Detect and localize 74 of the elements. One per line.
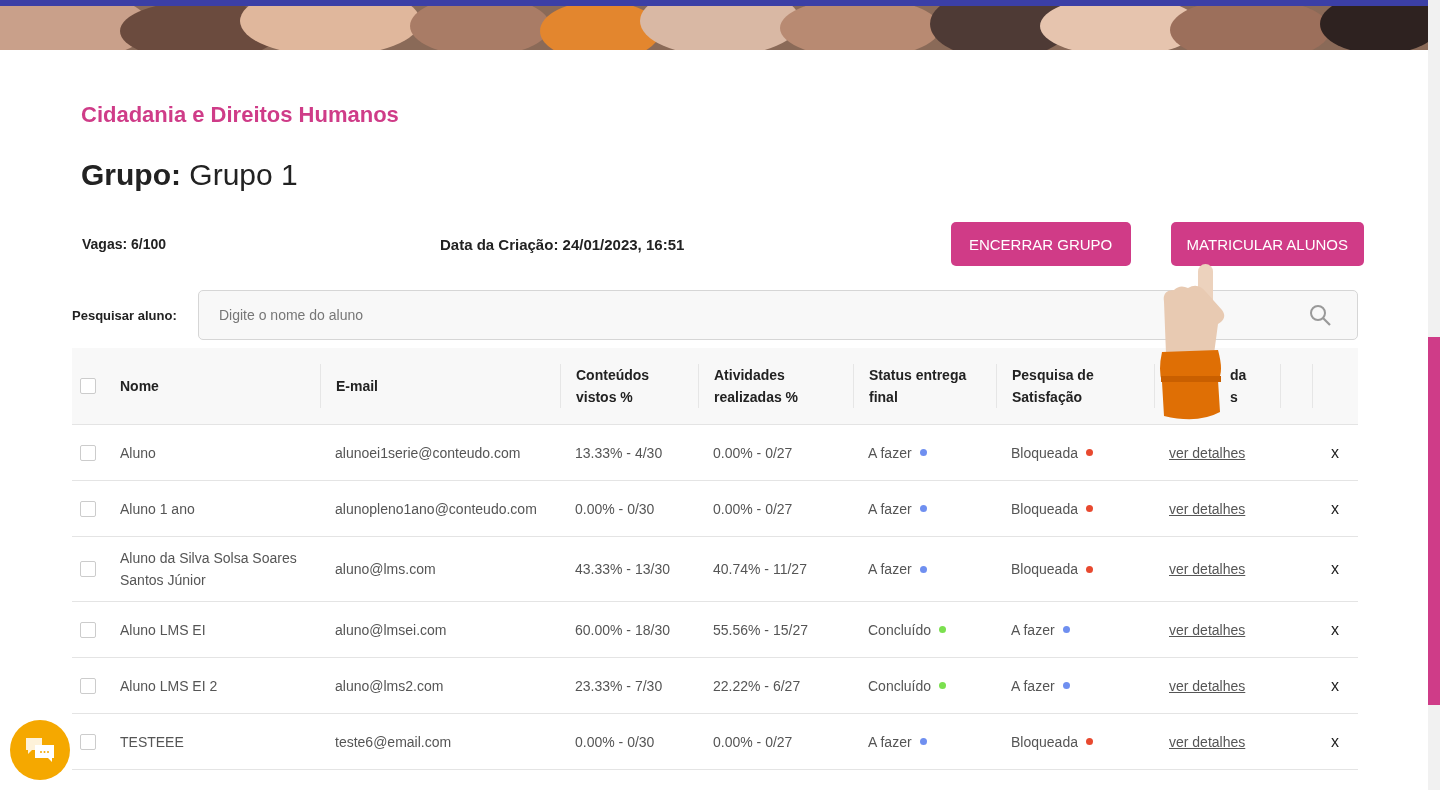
survey-text: A fazer xyxy=(1011,676,1055,696)
column-header: Nome xyxy=(120,377,159,396)
student-name: TESTEEE xyxy=(120,732,184,752)
column-header: Status entrega final xyxy=(869,366,967,407)
remove-button[interactable]: x xyxy=(1331,730,1339,753)
details-link[interactable]: ver detalhes xyxy=(1169,730,1246,753)
email-cell-text: aluno@lms2.com xyxy=(335,676,444,696)
contents-cell-text: 43.33% - 13/30 xyxy=(575,560,670,579)
search-label: Pesquisar aluno: xyxy=(72,307,178,323)
student-name: Aluno xyxy=(120,443,156,463)
column-header: Pesquisa de Satisfação xyxy=(1012,366,1094,407)
creation-date-text: Data da Criação: 24/01/2023, 16:51 xyxy=(440,235,685,253)
contents-cell-text: 23.33% - 7/30 xyxy=(575,676,663,696)
row-checkbox[interactable] xyxy=(80,561,96,577)
email-cell-text: alunoei1serie@conteudo.com xyxy=(335,443,521,463)
status-text: A fazer xyxy=(868,732,912,752)
details-link[interactable]: ver detalhes xyxy=(1169,441,1246,464)
contents-cell-text: 60.00% - 18/30 xyxy=(575,620,670,640)
contents-cell-text: 0.00% - 0/30 xyxy=(575,499,655,519)
email-cell-text: aluno@lms.com xyxy=(335,560,436,579)
remove-button[interactable]: x xyxy=(1331,497,1339,520)
search-icon[interactable] xyxy=(1308,303,1332,327)
survey-text: Bloqueada xyxy=(1011,732,1078,752)
activities-cell-text: 22.22% - 6/27 xyxy=(713,676,801,696)
remove-button[interactable]: x xyxy=(1331,441,1339,464)
remove-button[interactable]: x xyxy=(1331,618,1339,641)
survey-text: A fazer xyxy=(1011,620,1055,640)
search-field[interactable]: Digite o nome do aluno xyxy=(198,290,1358,340)
column-header: Conteúdos vistos % xyxy=(576,366,650,407)
column-header: da s xyxy=(1229,366,1247,407)
vacancies-text: Vagas: 6/100 xyxy=(82,236,168,252)
student-name: Aluno LMS EI 2 xyxy=(120,676,218,696)
activities-cell-text: 40.74% - 11/27 xyxy=(713,560,807,579)
scrollbar-thumb[interactable] xyxy=(1428,337,1440,705)
group-title: Grupo: Grupo 1 xyxy=(81,158,299,192)
row-checkbox[interactable] xyxy=(80,677,96,694)
student-name: Aluno LMS EI xyxy=(120,620,206,640)
chat-button[interactable] xyxy=(10,720,70,780)
status-text: A fazer xyxy=(868,443,912,463)
contents-cell-text: 0.00% - 0/30 xyxy=(575,732,655,752)
activities-cell-text: 0.00% - 0/27 xyxy=(713,499,793,519)
survey-text: Bloqueada xyxy=(1011,443,1078,463)
details-link[interactable]: ver detalhes xyxy=(1169,497,1246,520)
activities-cell-text: 55.56% - 15/27 xyxy=(713,620,808,640)
enroll-students-button[interactable]: MATRICULAR ALUNOS xyxy=(1170,222,1364,266)
row-checkbox[interactable] xyxy=(80,444,96,461)
email-cell-text: alunopleno1ano@conteudo.com xyxy=(335,499,537,519)
activities-cell-text: 0.00% - 0/27 xyxy=(713,443,793,463)
column-header: E-mail xyxy=(336,377,378,396)
column-header: Atividades realizadas % xyxy=(714,366,799,407)
status-text: A fazer xyxy=(868,499,912,519)
end-group-button[interactable]: ENCERRAR GRUPO xyxy=(950,222,1131,266)
email-cell-text: aluno@lmsei.com xyxy=(335,620,447,640)
row-checkbox[interactable] xyxy=(80,733,96,750)
course-title: Cidadania e Direitos Humanos xyxy=(81,102,400,128)
row-checkbox[interactable] xyxy=(80,621,96,638)
details-link[interactable]: ver detalhes xyxy=(1169,674,1246,697)
activities-cell-text: 0.00% - 0/27 xyxy=(713,732,793,752)
row-checkbox[interactable] xyxy=(80,500,96,517)
student-name: Aluno 1 ano xyxy=(120,499,195,519)
survey-text: Bloqueada xyxy=(1011,560,1078,579)
status-text: Concluído xyxy=(868,676,932,696)
remove-button[interactable]: x xyxy=(1331,558,1339,580)
status-text: A fazer xyxy=(868,560,912,579)
remove-button[interactable]: x xyxy=(1331,674,1339,697)
select-all-checkbox[interactable] xyxy=(80,378,96,394)
contents-cell-text: 13.33% - 4/30 xyxy=(575,443,663,463)
student-name: Aluno da Silva Solsa Soares Santos Júnior xyxy=(120,549,298,590)
details-link[interactable]: ver detalhes xyxy=(1169,558,1246,580)
details-link[interactable]: ver detalhes xyxy=(1169,618,1246,641)
status-text: Concluído xyxy=(868,620,932,640)
chat-bubbles-icon xyxy=(24,736,56,764)
email-cell-text: teste6@email.com xyxy=(335,732,452,752)
survey-text: Bloqueada xyxy=(1011,499,1078,519)
